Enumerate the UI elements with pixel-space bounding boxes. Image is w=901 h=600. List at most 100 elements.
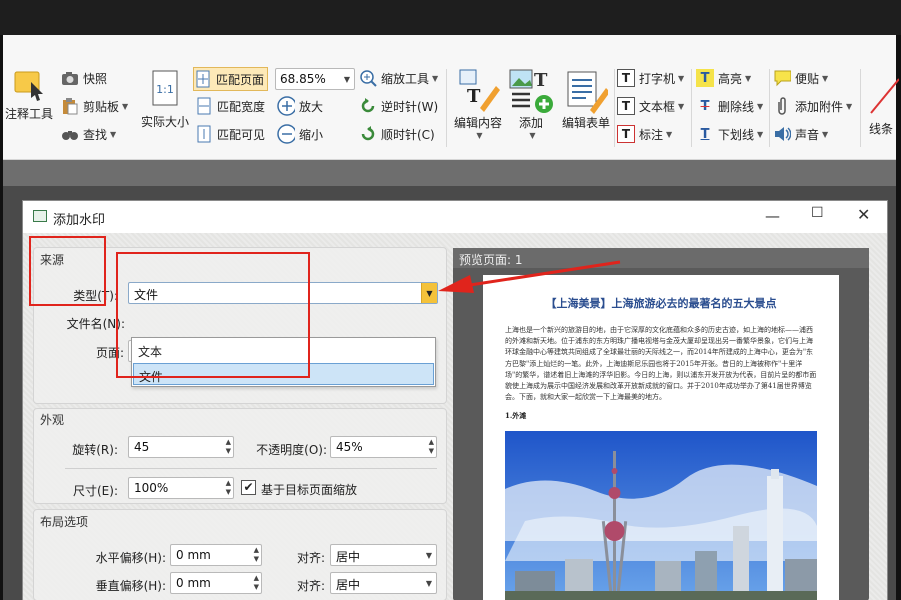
appearance-heading: 外观 — [40, 413, 65, 427]
fit-width-label: 匹配宽度 — [217, 99, 266, 114]
chevron-down-icon: ▼ — [425, 579, 432, 588]
chevron-down-icon: ▼ — [529, 131, 536, 140]
find-button[interactable]: 查找 ▼ — [61, 125, 116, 143]
edit-content-label: 编辑内容 — [453, 116, 502, 130]
preview-page: 【上海美景】上海旅游必去的最著名的五大景点 上海也是一个新兴的旅游目的地，由于它… — [483, 275, 839, 600]
chevron-down-icon: ▼ — [822, 129, 829, 139]
strikeout-label: 删除线 — [718, 99, 755, 114]
preview-doc-paragraph: 上海也是一个新兴的旅游目的地，由于它深厚的文化底蕴和众多的历史古迹，如上海的地标… — [505, 326, 817, 402]
rotate-ccw-button[interactable]: 逆时针(W) — [359, 97, 438, 115]
close-button[interactable]: ✕ — [857, 205, 870, 224]
note-button[interactable]: 便贴 ▼ — [773, 69, 828, 87]
chevron-down-icon: ▼ — [343, 75, 350, 84]
actual-size-icon: 1:1 — [152, 70, 178, 106]
line-button[interactable]: 线条 — [869, 73, 899, 137]
chevron-down-icon: ▼ — [678, 73, 685, 83]
strikeout-button[interactable]: T 删除线 ▼ — [696, 97, 764, 115]
attach-button[interactable]: 添加附件 ▼ — [773, 97, 852, 115]
layout-heading: 布局选项 — [40, 515, 89, 529]
chevron-down-icon: ▼ — [425, 551, 432, 560]
scale-checkbox-label: 基于目标页面缩放 — [261, 483, 358, 497]
chevron-down-icon: ▼ — [476, 131, 483, 140]
zoom-select[interactable]: 68.85% ▼ — [275, 68, 355, 90]
rotate-ccw-icon — [359, 97, 377, 115]
snapshot-button[interactable]: 快照 — [61, 69, 107, 87]
zoom-out-button[interactable]: 缩小 — [277, 124, 324, 144]
fit-visible-button[interactable]: 匹配可见 — [195, 125, 265, 143]
fit-width-button[interactable]: 匹配宽度 — [195, 97, 265, 115]
edit-form-icon — [567, 71, 608, 114]
v-align-value: 居中 — [336, 578, 361, 592]
annotation-tool-label: 注释工具 — [4, 107, 53, 121]
typewriter-icon: T — [617, 69, 635, 87]
zoom-tool-button[interactable]: 缩放工具 ▼ — [359, 69, 438, 87]
actual-size-button[interactable]: 1:1 实际大小 — [139, 69, 191, 130]
sound-button[interactable]: 声音 ▼ — [773, 125, 828, 143]
filename-label: 文件名(N): — [66, 317, 125, 331]
spin-arrows-icon: ▲ ▼ — [253, 546, 259, 563]
rotate-cw-button[interactable]: 顺时针(C) — [359, 125, 435, 143]
v-align-select[interactable]: 居中 ▼ — [330, 572, 437, 594]
zoom-in-button[interactable]: 放大 — [277, 96, 323, 116]
svg-text:T: T — [467, 86, 481, 107]
attach-label: 添加附件 — [795, 99, 844, 114]
v-offset-spinbox[interactable]: 0 mm ▲ ▼ — [170, 572, 262, 594]
spin-arrows-icon: ▲ ▼ — [428, 438, 434, 455]
textbox-button[interactable]: T 文本框 ▼ — [617, 97, 684, 115]
chevron-down-icon: ▼ — [110, 129, 117, 139]
zoom-tool-icon — [359, 69, 377, 87]
v-offset-value: 0 mm — [176, 576, 211, 590]
line-icon — [870, 78, 899, 114]
opacity-spinbox[interactable]: 45% ▲ ▼ — [330, 436, 437, 458]
rotate-ccw-label: 逆时针(W) — [381, 99, 439, 114]
zoom-out-label: 缩小 — [299, 127, 324, 142]
clipboard-icon — [61, 97, 79, 115]
callout-button[interactable]: T 标注 ▼ — [617, 125, 672, 143]
v-offset-label: 垂直偏移(H): — [95, 579, 166, 593]
svg-text:T: T — [534, 70, 548, 91]
typewriter-button[interactable]: T 打字机 ▼ — [617, 69, 684, 87]
h-offset-value: 0 mm — [176, 548, 211, 562]
speaker-icon — [773, 125, 791, 143]
scale-checkbox[interactable]: ✔ — [241, 480, 256, 495]
underline-button[interactable]: T 下划线 ▼ — [696, 125, 764, 143]
annotation-tool-icon — [14, 71, 43, 101]
chevron-down-icon: ▼ — [745, 73, 752, 83]
maximize-button[interactable]: ☐ — [811, 205, 824, 221]
fit-page-button[interactable]: 匹配页面 — [193, 67, 269, 91]
callout-icon: T — [617, 125, 635, 143]
sound-label: 声音 — [795, 127, 820, 142]
h-align-value: 居中 — [336, 550, 361, 564]
minimize-button[interactable]: — — [765, 207, 780, 225]
rotation-spinbox[interactable]: 45 ▲ ▼ — [128, 436, 234, 458]
edit-form-button[interactable]: 编辑表单 — [558, 68, 614, 131]
highlight-icon: T — [696, 69, 714, 87]
rotate-cw-icon — [359, 125, 377, 143]
edit-content-button[interactable]: T 编辑内容 ▼ — [450, 68, 506, 140]
dialog-titlebar: 添加水印 — ☐ ✕ — [23, 201, 887, 233]
clipboard-label: 剪贴板 — [83, 99, 120, 114]
highlight-label: 高亮 — [718, 71, 743, 86]
shanghai-skyline-photo — [505, 431, 817, 600]
h-align-select[interactable]: 居中 ▼ — [330, 544, 437, 566]
chevron-down-icon: ▼ — [822, 73, 829, 83]
fit-visible-icon — [195, 125, 213, 143]
page-label: 页面: — [95, 346, 124, 360]
size-spinbox[interactable]: 100% ▲ ▼ — [128, 477, 234, 499]
annotation-box-type — [116, 252, 310, 378]
highlight-button[interactable]: T 高亮 ▼ — [696, 69, 751, 87]
find-label: 查找 — [83, 127, 108, 142]
clipboard-button[interactable]: 剪贴板 ▼ — [61, 97, 128, 115]
h-offset-spinbox[interactable]: 0 mm ▲ ▼ — [170, 544, 262, 566]
actual-size-label: 实际大小 — [140, 115, 189, 129]
callout-label: 标注 — [639, 127, 664, 142]
chevron-down-icon: ▼ — [757, 129, 764, 139]
opacity-value: 45% — [336, 440, 363, 454]
textbox-icon: T — [617, 97, 635, 115]
add-button[interactable]: T 添加 ▼ — [506, 68, 556, 140]
rotation-value: 45 — [134, 440, 150, 454]
fit-width-icon — [195, 97, 213, 115]
h-align-label: 对齐: — [296, 551, 325, 565]
annotation-tool-button[interactable]: 注释工具 — [3, 68, 55, 122]
zoom-out-icon — [277, 124, 295, 144]
